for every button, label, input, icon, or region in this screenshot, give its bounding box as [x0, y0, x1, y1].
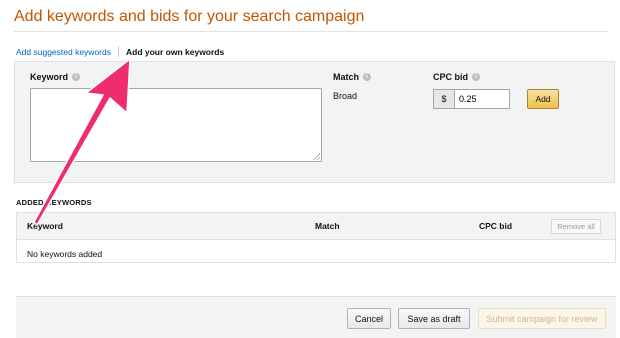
pink-arrow-annotation [33, 58, 131, 226]
